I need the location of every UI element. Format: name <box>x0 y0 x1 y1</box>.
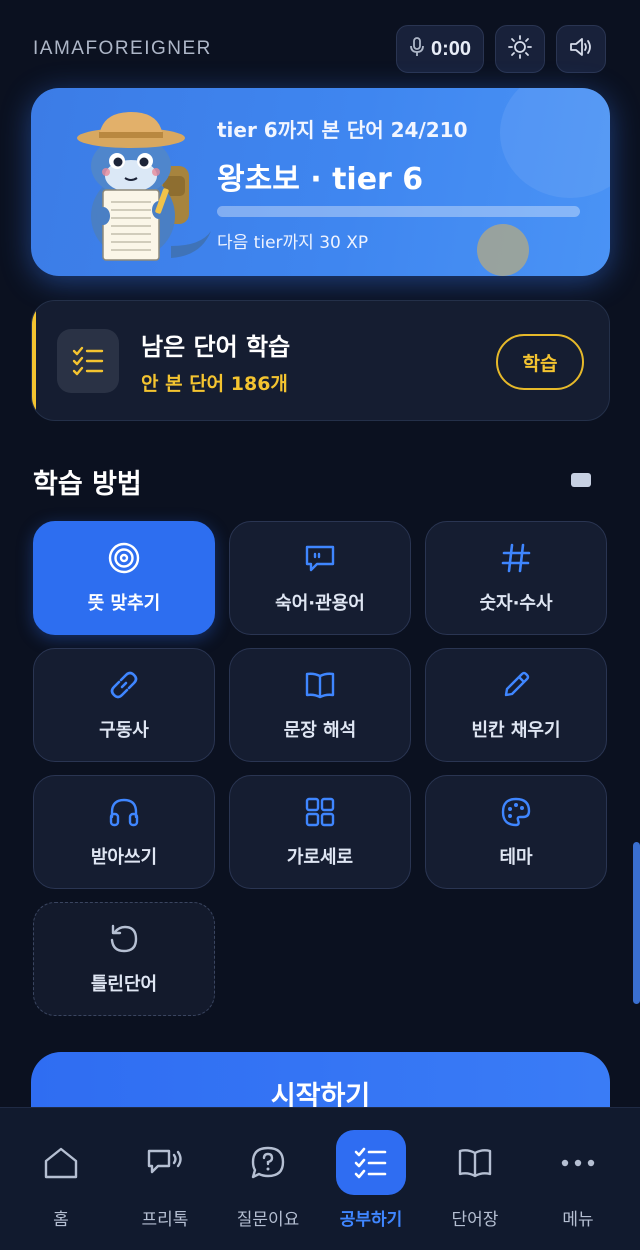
method-label: 가로세로 <box>286 847 354 868</box>
nav-label: 메뉴 <box>562 1210 594 1230</box>
bottom-nav: 홈 프리톡 질문이요 공부하기 단어장 메뉴 <box>0 1107 640 1250</box>
checklist-icon <box>336 1130 406 1195</box>
method-theme[interactable]: 테마 <box>425 775 607 889</box>
method-label: 숫자·수사 <box>479 593 553 614</box>
method-sentence-interpretation[interactable]: 문장 해석 <box>229 648 411 762</box>
decorative-circle <box>500 88 610 198</box>
tier-progress-card[interactable]: tier 6까지 본 단어 24/210 왕초보 · tier 6 다음 tie… <box>31 88 610 276</box>
method-label: 숙어·관용어 <box>275 593 365 614</box>
target-icon <box>107 541 141 575</box>
method-wrong-words[interactable]: 틀린단어 <box>33 902 215 1016</box>
method-numbers[interactable]: 숫자·수사 <box>425 521 607 635</box>
mascot-illustration <box>77 112 211 261</box>
collapse-toggle[interactable] <box>571 473 591 487</box>
sound-toggle-button[interactable] <box>556 25 606 73</box>
method-label: 틀린단어 <box>90 974 158 995</box>
method-label: 뜻 맞추기 <box>87 593 161 614</box>
book-open-icon <box>303 668 337 702</box>
decorative-circle <box>477 224 529 276</box>
checklist-icon <box>57 329 119 393</box>
method-fill-blank[interactable]: 빈칸 채우기 <box>425 648 607 762</box>
header: IAMAFOREIGNER 0:00 <box>0 0 640 90</box>
tier-level-title: 왕초보 · tier 6 <box>217 162 424 197</box>
link-icon <box>107 668 141 702</box>
card-accent-stripe <box>32 301 36 420</box>
chat-voice-icon <box>130 1130 200 1195</box>
remaining-words-card[interactable]: 남은 단어 학습 안 본 단어 186개 학습 <box>31 300 610 421</box>
unseen-words-count: 안 본 단어 186개 <box>141 373 288 395</box>
nav-item-study[interactable]: 공부하기 <box>318 1130 424 1230</box>
nav-item-home[interactable]: 홈 <box>8 1130 114 1230</box>
mic-icon <box>409 37 425 61</box>
theme-toggle-button[interactable] <box>495 25 545 73</box>
nav-label: 질문이요 <box>236 1210 300 1230</box>
method-label: 빈칸 채우기 <box>471 720 561 741</box>
method-crossword[interactable]: 가로세로 <box>229 775 411 889</box>
remaining-words-title: 남은 단어 학습 <box>141 333 291 361</box>
tier-progress-bar <box>217 206 580 217</box>
question-icon <box>233 1130 303 1195</box>
volume-icon <box>568 35 594 63</box>
nav-item-wordbook[interactable]: 단어장 <box>422 1130 528 1230</box>
sun-icon <box>507 34 533 64</box>
app-root: IAMAFOREIGNER 0:00 tier 6까지 본 단어 24/210 … <box>0 0 640 1250</box>
nav-item-questions[interactable]: 질문이요 <box>215 1130 321 1230</box>
nav-label: 단어장 <box>451 1210 499 1230</box>
study-methods-heading: 학습 방법 <box>33 469 142 500</box>
grid-icon <box>303 795 337 829</box>
nav-item-menu[interactable]: 메뉴 <box>525 1130 631 1230</box>
nav-label: 홈 <box>53 1210 69 1230</box>
study-button[interactable]: 학습 <box>496 334 584 390</box>
method-dictation[interactable]: 받아쓰기 <box>33 775 215 889</box>
method-meaning-match[interactable]: 뜻 맞추기 <box>33 521 215 635</box>
method-label: 구동사 <box>99 720 149 741</box>
nav-label: 프리톡 <box>141 1210 189 1230</box>
method-idioms[interactable]: 숙어·관용어 <box>229 521 411 635</box>
xp-remaining-text: 다음 tier까지 30 XP <box>217 233 369 253</box>
chat-bubble-icon <box>303 541 337 575</box>
method-label: 받아쓰기 <box>90 847 158 868</box>
book-icon <box>440 1130 510 1195</box>
headphones-icon <box>107 795 141 829</box>
palette-icon <box>499 795 533 829</box>
more-icon <box>543 1130 613 1195</box>
tier-words-seen: tier 6까지 본 단어 24/210 <box>217 118 468 142</box>
scrollbar[interactable] <box>633 842 640 1004</box>
retry-icon <box>107 922 141 956</box>
recording-timer-button[interactable]: 0:00 <box>396 25 484 73</box>
method-phrasal-verbs[interactable]: 구동사 <box>33 648 215 762</box>
hash-icon <box>499 541 533 575</box>
method-label: 테마 <box>499 847 533 868</box>
nav-item-freetalk[interactable]: 프리톡 <box>112 1130 218 1230</box>
pencil-icon <box>499 668 533 702</box>
nav-label: 공부하기 <box>339 1210 403 1230</box>
timer-text: 0:00 <box>430 37 472 60</box>
home-icon <box>26 1130 96 1195</box>
method-label: 문장 해석 <box>283 720 357 741</box>
brand-logo: IAMAFOREIGNER <box>33 38 212 59</box>
